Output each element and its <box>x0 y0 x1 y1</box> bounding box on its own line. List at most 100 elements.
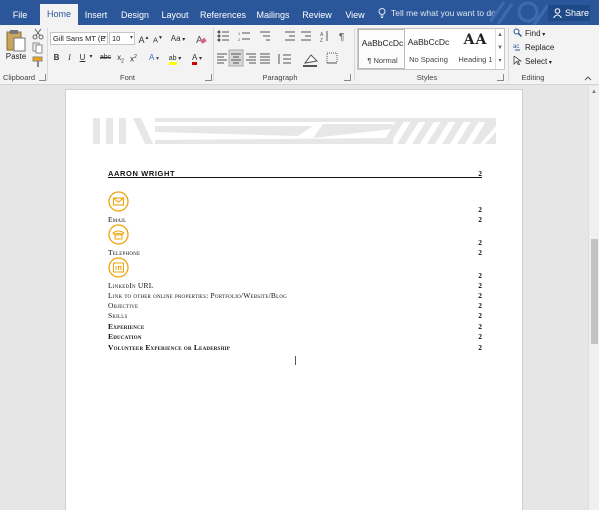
superscript-button[interactable]: x2 <box>128 51 139 64</box>
scrollbar-thumb[interactable] <box>591 239 598 344</box>
toc-page-number: 2 <box>478 215 482 224</box>
cut-icon[interactable] <box>32 28 44 40</box>
bold-button[interactable]: B <box>51 51 62 64</box>
strikethrough-button[interactable]: abc <box>98 51 113 64</box>
font-color-button[interactable]: A ▾ <box>188 51 206 65</box>
subscript-button[interactable]: x2 <box>115 51 126 65</box>
bullets-icon[interactable] <box>217 30 229 42</box>
document-page[interactable]: AARON WRIGHT 2 2 Email 2 2 Telephone 2 2 L… <box>65 89 523 510</box>
style-normal-name: ¶ Normal <box>367 56 398 65</box>
borders-icon[interactable] <box>326 52 338 64</box>
text-cursor <box>295 356 296 365</box>
tell-me-search[interactable]: Tell me what you want to do <box>378 6 496 20</box>
align-left-icon[interactable] <box>217 53 227 64</box>
svg-text:1: 1 <box>238 31 241 36</box>
styles-dialog-launcher[interactable] <box>497 74 504 81</box>
replace-icon: ac <box>513 44 520 51</box>
lightbulb-icon <box>378 8 386 18</box>
font-family-value: Gill Sans MT (E <box>53 34 106 43</box>
tell-me-text: Tell me what you want to do <box>391 8 496 18</box>
highlight-glyph: ab <box>168 55 177 65</box>
select-cursor-icon <box>513 56 522 65</box>
justify-icon[interactable] <box>260 53 270 64</box>
format-painter-icon[interactable] <box>32 56 44 68</box>
paragraph-group-label: Paragraph <box>262 73 298 82</box>
paste-button[interactable]: Paste <box>4 27 28 71</box>
change-case-button[interactable]: Aa ▾ <box>168 32 188 45</box>
line-spacing-icon[interactable] <box>278 54 291 64</box>
style-normal[interactable]: AaBbCcDc ¶ Normal <box>358 29 405 69</box>
replace-button[interactable]: ac Replace <box>513 41 554 55</box>
underline-button[interactable]: U <box>77 51 88 64</box>
style-no-spacing[interactable]: AaBbCcDc No Spacing <box>405 29 452 69</box>
clipboard-group-label: Clipboard <box>2 73 36 82</box>
toc-entry[interactable]: Telephone 2 <box>108 247 482 258</box>
tab-references[interactable]: References <box>198 6 248 25</box>
decrease-indent-icon[interactable] <box>285 31 295 41</box>
scroll-up-arrow[interactable]: ▲ <box>591 89 597 95</box>
italic-button[interactable]: I <box>64 51 75 64</box>
tab-layout[interactable]: Layout <box>158 6 192 25</box>
find-icon <box>513 28 522 37</box>
style-heading-1-name: Heading 1 <box>458 55 493 64</box>
toc-page-number: 2 <box>478 311 482 320</box>
toc-entry-text: Education <box>108 332 142 341</box>
highlight-color-button[interactable]: ab ▾ <box>166 51 184 65</box>
font-family-select[interactable]: Gill Sans MT (E ▾ <box>50 32 108 45</box>
toc-title: AARON WRIGHT <box>108 169 176 178</box>
increase-indent-icon[interactable] <box>301 31 311 41</box>
copy-icon[interactable] <box>32 42 44 54</box>
select-button[interactable]: Select ▾ <box>513 55 552 69</box>
style-normal-sample: AaBbCcDc <box>361 38 404 48</box>
toc-page-number: 2 <box>478 343 482 352</box>
text-effects-button[interactable]: A ▾ <box>145 51 163 64</box>
styles-group-label: Styles <box>416 73 438 82</box>
style-no-spacing-sample: AaBbCcDc <box>407 37 450 47</box>
toc-entry[interactable]: Skills 2 <box>108 310 482 321</box>
styles-gallery: AaBbCcDc ¶ Normal AaBbCcDc No Spacing AA… <box>357 28 505 70</box>
toc-title-line[interactable]: AARON WRIGHT 2 <box>108 168 482 178</box>
sort-icon[interactable]: AZ <box>320 31 328 44</box>
shrink-font-button[interactable]: A▼ <box>152 32 164 45</box>
toc-page-number: 2 <box>478 169 482 178</box>
toc-entry[interactable]: Volunteer Experience or Leadership 2 <box>108 342 482 353</box>
replace-label: Replace <box>525 43 555 52</box>
tab-review[interactable]: Review <box>299 6 335 25</box>
paragraph-dialog-launcher[interactable] <box>344 74 351 81</box>
tab-view[interactable]: View <box>340 6 370 25</box>
shading-icon[interactable] <box>303 54 319 67</box>
paragraph-controls: 12 AZ ¶ <box>217 30 344 67</box>
share-label: Share <box>565 8 590 18</box>
share-button[interactable]: Share <box>548 5 590 21</box>
find-label: Find <box>525 29 541 38</box>
align-right-icon[interactable] <box>246 53 256 64</box>
toc-page-number: 2 <box>478 248 482 257</box>
style-heading-1-sample: AA <box>463 32 488 48</box>
numbering-icon[interactable]: 12 <box>238 31 250 42</box>
underline-dropdown[interactable]: ▾ <box>88 51 94 64</box>
clear-formatting-icon[interactable]: A <box>195 33 207 45</box>
svg-text:¶: ¶ <box>339 32 344 43</box>
multilevel-list-icon[interactable] <box>260 31 270 41</box>
tab-home[interactable]: Home <box>40 4 78 25</box>
toc-entry[interactable]: Education 2 <box>108 331 482 342</box>
collapse-ribbon-icon[interactable] <box>584 75 592 81</box>
style-heading-1[interactable]: AA Heading 1 <box>452 29 499 69</box>
font-size-select[interactable]: 10 ▾ <box>109 32 135 45</box>
styles-gallery-scroll[interactable]: ▲ ▼ ▾ <box>495 29 504 69</box>
tab-mailings[interactable]: Mailings <box>253 6 293 25</box>
show-formatting-icon[interactable]: ¶ <box>339 32 344 43</box>
font-group-label: Font <box>119 73 135 82</box>
align-center-button[interactable] <box>228 49 244 67</box>
toc-entry[interactable]: Email 2 <box>108 214 482 225</box>
tab-file[interactable]: File <box>4 6 36 25</box>
grow-font-button[interactable]: A▲ <box>138 32 150 45</box>
find-button[interactable]: Find ▾ <box>513 27 545 41</box>
font-dialog-launcher[interactable] <box>205 74 212 81</box>
toc-entry-text: Skills <box>108 311 128 320</box>
clipboard-dialog-launcher[interactable] <box>39 74 46 81</box>
vertical-scrollbar[interactable]: ▲ <box>588 86 599 510</box>
tab-insert[interactable]: Insert <box>80 6 112 25</box>
tab-design[interactable]: Design <box>117 6 153 25</box>
svg-text:2: 2 <box>238 37 241 42</box>
